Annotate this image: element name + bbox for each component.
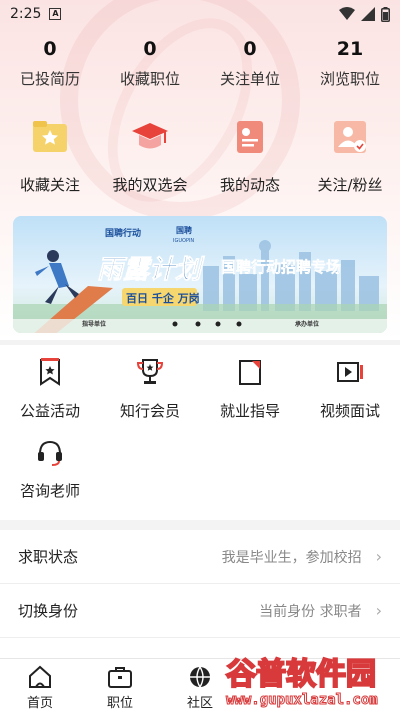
quick-link-my-activity[interactable]: 我的动态 (200, 118, 300, 198)
settings-list: 求职状态 我是毕业生，参加校招 › 切换身份 当前身份 求职者 › (0, 530, 400, 660)
chevron-right-icon: › (375, 601, 382, 620)
briefcase-icon (108, 667, 132, 688)
stat-value: 0 (243, 38, 257, 60)
service-label: 咨询老师 (19, 482, 80, 500)
video-play-icon (337, 362, 363, 382)
watermark-url: www.gupuxlazal.com (226, 692, 378, 708)
quick-link-favorites[interactable]: 收藏关注 (0, 118, 100, 198)
stats-row: 0 已投简历 0 收藏职位 0 关注单位 21 浏览职位 (0, 36, 400, 98)
stat-followed-employers[interactable]: 0 关注单位 (200, 36, 300, 98)
quick-links: 收藏关注 我的双选会 我的动态 关注/粉丝 (0, 118, 400, 198)
banner-subhead: 国聘行动招聘专场 (221, 258, 341, 276)
quick-link-job-fairs[interactable]: 我的双选会 (100, 118, 200, 198)
banner-logo-1: 国聘行动 (105, 227, 141, 239)
chevron-right-icon: › (375, 547, 382, 566)
wifi-icon (339, 7, 355, 20)
quick-link-label: 我的动态 (219, 176, 280, 194)
setting-key: 切换身份 (18, 602, 79, 620)
setting-key: 求职状态 (18, 548, 79, 566)
status-time: 2:25 (10, 6, 42, 22)
tab-label: 首页 (26, 696, 53, 711)
banner-footer-right: 承办单位 (295, 320, 319, 328)
tab-jobs[interactable]: 职位 (80, 659, 160, 711)
stat-value: 0 (43, 38, 57, 60)
banner-art: 国聘行动 国聘 IGUOPIN 雨露计划 国聘行动招聘专场 百日 千企 万岗 指… (13, 225, 387, 333)
banner-logo-2: 国聘 (176, 225, 192, 235)
service-label: 公益活动 (19, 402, 80, 420)
watermark-logo: 谷普软件园 www.gupuxlazal.com (222, 648, 400, 711)
quick-link-label: 我的双选会 (112, 176, 188, 194)
service-consult-teacher[interactable]: 咨询老师 (0, 437, 100, 517)
setting-job-status[interactable]: 求职状态 我是毕业生，参加校招 › (0, 530, 400, 584)
stat-viewed-jobs[interactable]: 21 浏览职位 (300, 36, 400, 98)
profile-card-icon (237, 121, 263, 153)
stat-label: 浏览职位 (319, 70, 380, 88)
banner-footer-left: 指导单位 (82, 320, 106, 328)
stat-applied-resumes[interactable]: 0 已投简历 (0, 36, 100, 98)
service-career-guidance[interactable]: 就业指导 (200, 357, 300, 437)
service-video-interview[interactable]: 视频面试 (300, 357, 400, 437)
graduation-cap-icon (132, 123, 168, 149)
star-folder-icon (33, 121, 67, 152)
banner-headline: 雨露计划 (97, 255, 205, 285)
stat-value: 0 (143, 38, 157, 60)
headset-icon (38, 440, 62, 466)
service-membership[interactable]: 知行会员 (100, 357, 200, 437)
service-label: 知行会员 (119, 402, 180, 420)
globe-icon (190, 666, 210, 688)
status-bar: 2:25 A (0, 0, 400, 28)
promo-banner[interactable]: 国聘行动 国聘 IGUOPIN 雨露计划 国聘行动招聘专场 百日 千企 万岗 指… (13, 216, 387, 333)
trophy-icon (136, 359, 164, 384)
tab-home[interactable]: 首页 (0, 659, 80, 711)
setting-switch-identity[interactable]: 切换身份 当前身份 求职者 › (0, 584, 400, 638)
quick-link-followers[interactable]: 关注/粉丝 (300, 118, 400, 198)
quick-link-label: 收藏关注 (19, 176, 80, 194)
stat-value: 21 (336, 38, 364, 60)
users-icon (334, 121, 366, 153)
battery-icon (381, 6, 390, 22)
watermark-title: 谷普软件园 (226, 657, 376, 692)
banner-logo-2-sub: IGUOPIN (173, 238, 194, 244)
stat-label: 关注单位 (219, 70, 280, 88)
setting-value: 我是毕业生，参加校招 (221, 549, 362, 566)
stat-saved-jobs[interactable]: 0 收藏职位 (100, 36, 200, 98)
signal-icon (361, 7, 375, 21)
home-icon (29, 665, 51, 688)
setting-value: 当前身份 求职者 (259, 603, 362, 620)
document-corner-icon (239, 360, 261, 385)
tab-label: 社区 (186, 696, 213, 711)
service-label: 视频面试 (319, 402, 380, 420)
bookmark-star-icon (40, 358, 60, 386)
service-label: 就业指导 (219, 402, 280, 420)
notification-icon: A (49, 8, 62, 20)
quick-link-label: 关注/粉丝 (317, 176, 383, 194)
stat-label: 已投简历 (19, 70, 80, 88)
stat-label: 收藏职位 (119, 70, 180, 88)
banner-tagline: 百日 千企 万岗 (126, 291, 200, 305)
tab-label: 职位 (106, 696, 133, 711)
services-panel: 公益活动 知行会员 就业指导 视频面试 咨询老师 (0, 345, 400, 520)
service-public-welfare[interactable]: 公益活动 (0, 357, 100, 437)
